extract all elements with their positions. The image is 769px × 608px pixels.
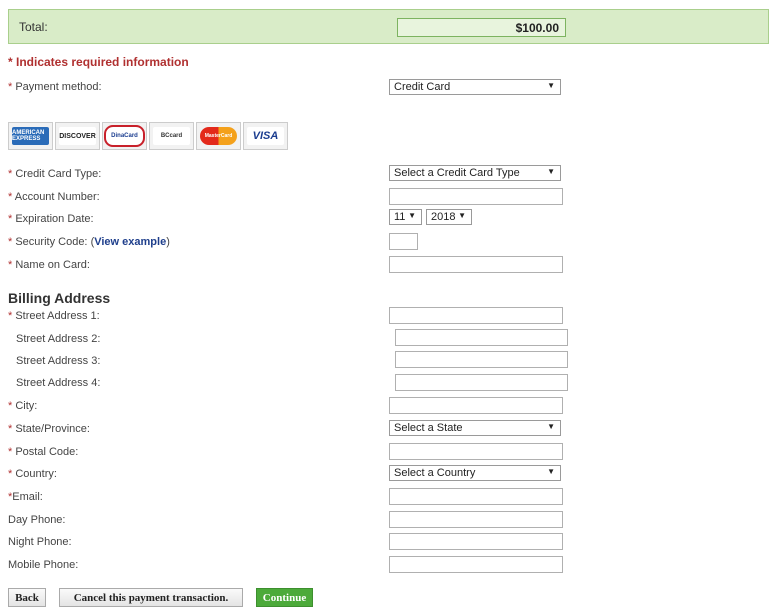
chevron-down-icon: ▼ — [547, 167, 555, 176]
city-label: * City: — [8, 400, 38, 412]
expiration-label: * Expiration Date: — [8, 213, 94, 225]
street3-input[interactable] — [395, 351, 568, 368]
city-input[interactable] — [389, 397, 563, 414]
street1-input[interactable] — [389, 307, 563, 324]
dinacard-icon: DinaCard — [102, 122, 147, 150]
name-on-card-input[interactable] — [389, 256, 563, 273]
mobile-phone-label: Mobile Phone: — [8, 559, 79, 571]
chevron-down-icon: ▼ — [547, 467, 555, 476]
chevron-down-icon: ▼ — [458, 211, 466, 220]
day-phone-input[interactable] — [389, 511, 563, 528]
total-label: Total: — [19, 20, 48, 34]
bccard-icon: BCcard — [149, 122, 194, 150]
chevron-down-icon: ▼ — [408, 211, 416, 220]
cancel-transaction-button[interactable]: Cancel this payment transaction. — [59, 588, 243, 607]
country-select[interactable]: Select a Country ▼ — [389, 465, 561, 481]
chevron-down-icon: ▼ — [547, 422, 555, 431]
payment-method-label: * Payment method: — [8, 81, 102, 93]
total-bar: Total: $100.00 — [8, 9, 769, 44]
day-phone-label: Day Phone: — [8, 514, 66, 526]
night-phone-input[interactable] — [389, 533, 563, 550]
street4-input[interactable] — [395, 374, 568, 391]
street1-label: * Street Address 1: — [8, 310, 100, 322]
account-number-label: * Account Number: — [8, 191, 100, 203]
security-code-input[interactable] — [389, 233, 418, 250]
required-note: * Indicates required information — [8, 55, 189, 69]
visa-icon: VISA — [243, 122, 288, 150]
amex-icon: AMERICAN EXPRESS — [8, 122, 53, 150]
chevron-down-icon: ▼ — [547, 81, 555, 90]
account-number-input[interactable] — [389, 188, 563, 205]
street2-label: Street Address 2: — [16, 333, 101, 345]
state-select[interactable]: Select a State ▼ — [389, 420, 561, 436]
email-label: *Email: — [8, 491, 43, 503]
expiration-month-select[interactable]: 11 ▼ — [389, 209, 422, 225]
total-amount: $100.00 — [397, 18, 566, 37]
mobile-phone-input[interactable] — [389, 556, 563, 573]
discover-icon: DISCOVER — [55, 122, 100, 150]
billing-address-title: Billing Address — [8, 290, 111, 306]
street4-label: Street Address 4: — [16, 377, 101, 389]
card-type-label: * Credit Card Type: — [8, 168, 102, 180]
card-logos: AMERICAN EXPRESS DISCOVER DinaCard BCcar… — [8, 122, 288, 150]
back-button[interactable]: Back — [8, 588, 46, 607]
card-type-select[interactable]: Select a Credit Card Type ▼ — [389, 165, 561, 181]
email-input[interactable] — [389, 488, 563, 505]
street3-label: Street Address 3: — [16, 355, 101, 367]
mastercard-icon: MasterCard — [196, 122, 241, 150]
country-label: * Country: — [8, 468, 57, 480]
view-example-link[interactable]: View example — [94, 236, 166, 248]
name-on-card-label: * Name on Card: — [8, 259, 90, 271]
security-code-label: * Security Code: (View example) — [8, 236, 170, 248]
postal-code-input[interactable] — [389, 443, 563, 460]
night-phone-label: Night Phone: — [8, 536, 72, 548]
payment-method-select[interactable]: Credit Card ▼ — [389, 79, 561, 95]
street2-input[interactable] — [395, 329, 568, 346]
postal-code-label: * Postal Code: — [8, 446, 79, 458]
expiration-year-select[interactable]: 2018 ▼ — [426, 209, 472, 225]
state-label: * State/Province: — [8, 423, 90, 435]
continue-button[interactable]: Continue — [256, 588, 313, 607]
